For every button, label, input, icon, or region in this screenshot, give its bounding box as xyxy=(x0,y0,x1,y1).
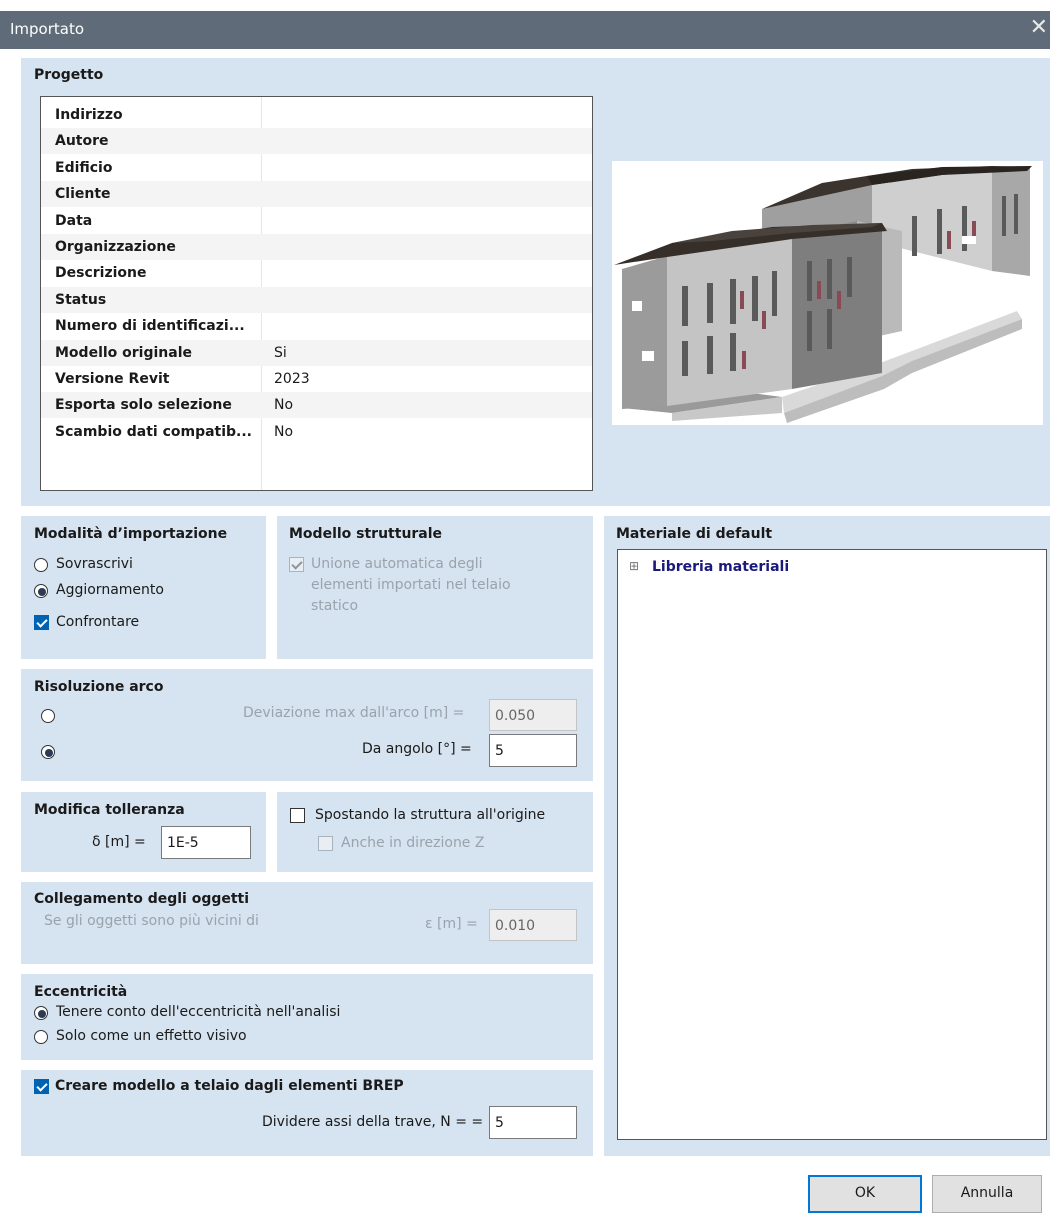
brep-check-icon[interactable] xyxy=(34,1079,49,1094)
unione-label-line2: elementi importati nel telaio xyxy=(311,577,511,593)
spostando-checkbox[interactable]: Spostando la struttura all'origine xyxy=(290,807,590,829)
unione-label-line3: statico xyxy=(311,598,359,614)
radio-sovrascrivi-label: Sovrascrivi xyxy=(56,556,133,572)
property-key: Indirizzo xyxy=(55,107,123,123)
property-key: Edificio xyxy=(55,159,113,176)
property-key: Data xyxy=(55,212,93,229)
property-row[interactable]: Versione Revit 2023 xyxy=(41,366,592,392)
radio-eccentricita-visivo[interactable]: Solo come un effetto visivo xyxy=(34,1028,534,1050)
radio-aggiornamento-label: Aggiornamento xyxy=(56,582,164,598)
property-row[interactable]: Descrizione xyxy=(41,260,592,286)
radio-analisi-label: Tenere conto dell'eccentricità nell'anal… xyxy=(56,1004,341,1020)
delta-input[interactable]: 1E-5 xyxy=(161,826,251,859)
anche-z-check-icon xyxy=(318,836,333,851)
deviazione-input[interactable]: 0.050 xyxy=(489,699,577,731)
confrontare-checkbox[interactable]: Confrontare xyxy=(34,614,234,636)
property-row[interactable]: Edificio xyxy=(41,155,592,181)
property-key: Modello originale xyxy=(55,344,193,361)
unione-automatica-checkbox: Unione automatica degli elementi importa… xyxy=(289,556,579,626)
property-value: Si xyxy=(274,344,287,361)
anche-z-label: Anche in direzione Z xyxy=(341,835,485,851)
radio-analisi-circle[interactable] xyxy=(34,1006,48,1020)
materiale-title: Materiale di default xyxy=(616,526,773,542)
tree-expand-icon[interactable]: ⊞ xyxy=(629,559,639,573)
radio-angolo[interactable] xyxy=(41,745,55,759)
radio-aggiornamento[interactable]: Aggiornamento xyxy=(34,582,234,604)
radio-aggiornamento-circle[interactable] xyxy=(34,584,48,598)
building-3d-icon xyxy=(614,166,1032,423)
property-key: Versione Revit xyxy=(55,371,170,387)
collegamento-desc: Se gli oggetti sono più vicini di xyxy=(44,913,259,929)
dividere-label: Dividere assi della trave, N = = xyxy=(262,1114,484,1130)
radio-sovrascrivi-circle[interactable] xyxy=(34,558,48,572)
model-preview-image xyxy=(612,161,1043,425)
close-icon[interactable]: ✕ xyxy=(1030,15,1048,40)
property-row[interactable]: Indirizzo xyxy=(41,102,592,128)
tree-item-libreria-materiali[interactable]: Libreria materiali xyxy=(652,559,789,575)
spostando-panel xyxy=(277,792,593,872)
property-key: Esporta solo selezione xyxy=(55,397,232,414)
dividere-input[interactable]: 5 xyxy=(489,1106,577,1139)
confrontare-check-icon[interactable] xyxy=(34,615,49,630)
radio-visivo-circle[interactable] xyxy=(34,1030,48,1044)
ok-button[interactable]: OK xyxy=(808,1175,922,1213)
epsilon-input[interactable]: 0.010 xyxy=(489,909,577,941)
radio-sovrascrivi[interactable]: Sovrascrivi xyxy=(34,556,234,578)
epsilon-label: ε [m] = xyxy=(425,916,478,932)
spostando-check-icon[interactable] xyxy=(290,808,305,823)
property-row[interactable]: Organizzazione xyxy=(41,234,592,260)
progetto-properties-table[interactable]: Indirizzo Autore Edificio Cliente Data Organi… xyxy=(40,96,593,491)
confrontare-label: Confrontare xyxy=(56,614,140,630)
property-key: Numero di identificazi... xyxy=(55,318,245,335)
brep-checkbox[interactable]: Creare modello a telaio dagli elementi B… xyxy=(34,1078,574,1100)
angolo-label: Da angolo [°] = xyxy=(362,741,472,757)
modello-strutturale-title: Modello strutturale xyxy=(289,526,443,542)
collegamento-title: Collegamento degli oggetti xyxy=(34,891,250,907)
annulla-button[interactable]: Annulla xyxy=(932,1175,1042,1213)
spostando-label: Spostando la struttura all'origine xyxy=(315,807,546,823)
window-title: Importato xyxy=(10,20,85,38)
unione-check-icon xyxy=(289,557,304,572)
radio-visivo-label: Solo come un effetto visivo xyxy=(56,1028,247,1044)
property-key: Descrizione xyxy=(55,265,147,282)
property-row[interactable]: Numero di identificazi... xyxy=(41,313,592,339)
property-key: Organizzazione xyxy=(55,239,176,255)
property-key: Status xyxy=(55,291,107,308)
property-value: 2023 xyxy=(274,371,310,387)
angolo-input[interactable]: 5 xyxy=(489,734,577,767)
property-key: Scambio dati compatib... xyxy=(55,423,253,440)
progetto-title: Progetto xyxy=(34,67,104,83)
anche-z-checkbox: Anche in direzione Z xyxy=(318,835,558,857)
radio-eccentricita-analisi[interactable]: Tenere conto dell'eccentricità nell'anal… xyxy=(34,1004,534,1026)
brep-label: Creare modello a telaio dagli elementi B… xyxy=(55,1078,404,1094)
unione-label-line1: Unione automatica degli xyxy=(311,556,483,572)
property-row[interactable]: Modello originale Si xyxy=(41,339,592,366)
eccentricita-title: Eccentricità xyxy=(34,984,128,1000)
delta-label: δ [m] = xyxy=(92,834,146,850)
property-row[interactable]: Cliente xyxy=(41,181,592,208)
materiale-tree[interactable]: ⊞ Libreria materiali xyxy=(617,549,1047,1140)
radio-deviazione[interactable] xyxy=(41,709,55,723)
tolleranza-title: Modifica tolleranza xyxy=(34,802,185,818)
deviazione-label: Deviazione max dall'arco [m] = xyxy=(243,705,465,721)
modalita-title: Modalità d’importazione xyxy=(34,526,228,542)
property-row[interactable]: Esporta solo selezione No xyxy=(41,392,592,419)
property-row[interactable]: Data xyxy=(41,208,592,234)
property-row[interactable]: Autore xyxy=(41,128,592,155)
risoluzione-title: Risoluzione arco xyxy=(34,679,164,695)
property-key: Autore xyxy=(55,133,109,150)
property-value: No xyxy=(274,397,294,414)
title-bar: Importato ✕ xyxy=(0,11,1050,49)
property-row[interactable]: Scambio dati compatib... No xyxy=(41,419,592,445)
property-row[interactable]: Status xyxy=(41,286,592,313)
property-key: Cliente xyxy=(55,186,111,203)
property-value: No xyxy=(274,423,294,440)
